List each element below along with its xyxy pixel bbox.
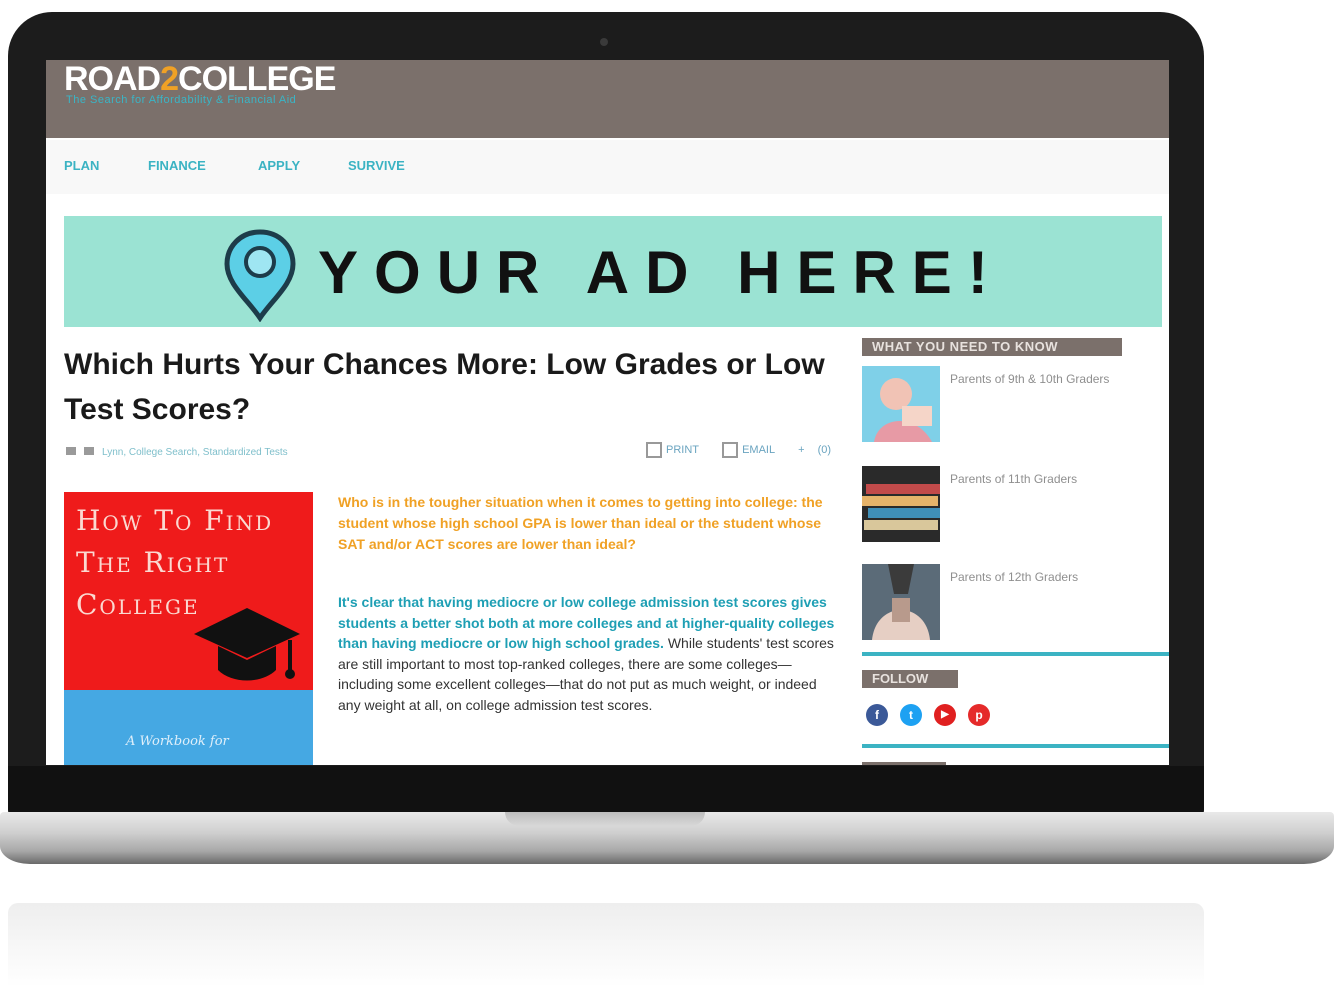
article-byline: Lynn, College Search, Standardized Tests <box>66 447 288 458</box>
graduation-cap-icon <box>194 608 300 681</box>
comment-count[interactable]: (0) <box>818 444 831 456</box>
nav-item-finance[interactable]: FINANCE <box>148 158 206 173</box>
book-subtitle: A Workbook for <box>126 734 229 749</box>
sidebar-item-label: Parents of 12th Graders <box>950 570 1079 584</box>
print-icon <box>646 442 662 458</box>
facebook-icon[interactable]: f <box>866 704 888 726</box>
sidebar-next-heading <box>862 762 946 765</box>
article-title: Which Hurts Your Chances More: Low Grade… <box>64 348 825 426</box>
site-tagline: The Search for Affordability & Financial… <box>66 94 297 106</box>
sidebar-divider <box>862 652 1169 656</box>
email-button[interactable]: EMAIL <box>722 442 785 458</box>
laptop-base-notch <box>505 812 705 826</box>
books-photo-thumbnail <box>862 466 940 542</box>
book-subtitle-panel: A Workbook for <box>64 690 313 765</box>
logo-suffix: COLLEGE <box>178 60 336 98</box>
laptop-reflection <box>8 903 1204 987</box>
sidebar-item-label: Parents of 11th Graders <box>950 472 1078 486</box>
author-icon <box>66 447 76 455</box>
main-nav: PLAN FINANCE APPLY SURVIVE <box>46 140 1169 194</box>
sidebar-item-9th-10th[interactable]: Parents of 9th & 10th Graders <box>862 366 1169 446</box>
pinterest-icon[interactable]: p <box>968 704 990 726</box>
sidebar-heading: WHAT YOU NEED TO KNOW <box>862 338 1122 356</box>
logo-prefix: ROAD <box>64 60 161 98</box>
student-photo-thumbnail <box>862 366 940 442</box>
article-body: It's clear that having mediocre or low c… <box>338 592 843 715</box>
map-pin-icon <box>224 229 296 322</box>
sidebar-divider <box>862 744 1169 748</box>
article-lead: Who is in the tougher situation when it … <box>338 494 823 552</box>
book-cover-image[interactable]: How To Find The Right College A Workbook… <box>64 492 313 765</box>
webcam <box>600 38 608 46</box>
sidebar-item-11th[interactable]: Parents of 11th Graders <box>862 466 1169 546</box>
share-button[interactable]: + <box>798 444 804 456</box>
graduate-photo-thumbnail <box>862 564 940 640</box>
nav-item-survive[interactable]: SURVIVE <box>348 158 405 173</box>
email-icon <box>722 442 739 458</box>
site-logo[interactable]: ROAD2COLLEGE <box>64 60 336 98</box>
sidebar-item-label: Parents of 9th & 10th Graders <box>950 372 1110 386</box>
laptop-screen: ROAD2COLLEGE The Search for Affordabilit… <box>46 60 1169 765</box>
article-tools: PRINT EMAIL + (0) <box>646 442 841 458</box>
youtube-icon[interactable]: ▶ <box>934 704 956 726</box>
follow-heading: FOLLOW <box>862 670 958 688</box>
email-label: EMAIL <box>742 443 776 456</box>
ad-banner[interactable]: YOUR AD HERE! <box>64 216 1162 327</box>
folder-icon <box>84 447 94 455</box>
site-header: ROAD2COLLEGE The Search for Affordabilit… <box>46 60 1169 138</box>
print-button[interactable]: PRINT <box>646 442 709 458</box>
sidebar: WHAT YOU NEED TO KNOW Parents of 9th & 1… <box>862 336 1169 765</box>
sidebar-item-12th[interactable]: Parents of 12th Graders <box>862 564 1169 644</box>
ad-text: YOUR AD HERE! <box>318 239 1004 306</box>
print-label: PRINT <box>666 443 699 456</box>
nav-item-apply[interactable]: APPLY <box>258 158 300 173</box>
logo-number: 2 <box>160 60 179 98</box>
nav-item-plan[interactable]: PLAN <box>64 158 99 173</box>
twitter-icon[interactable]: t <box>900 704 922 726</box>
byline-text[interactable]: Lynn, College Search, Standardized Tests <box>102 447 288 458</box>
